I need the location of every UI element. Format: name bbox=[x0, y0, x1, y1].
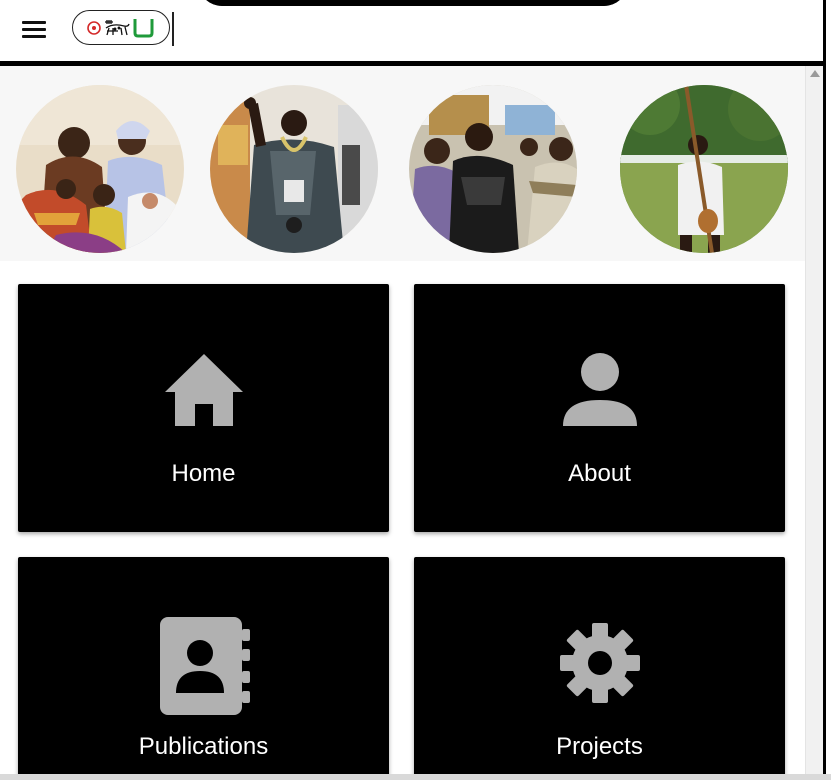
hamburger-menu-icon[interactable] bbox=[22, 20, 46, 38]
green-u-icon bbox=[133, 19, 154, 38]
procession-photo[interactable] bbox=[409, 85, 577, 253]
publications-label: Publications bbox=[138, 733, 269, 760]
projects-tile[interactable]: Projects bbox=[414, 557, 785, 780]
photo-gallery bbox=[0, 66, 805, 261]
about-tile[interactable]: About bbox=[414, 284, 785, 532]
leopard-icon bbox=[105, 20, 130, 36]
home-tile[interactable]: Home bbox=[18, 284, 389, 532]
device-notch bbox=[198, 0, 628, 6]
site-logo[interactable] bbox=[72, 10, 170, 45]
target-icon bbox=[87, 21, 101, 35]
bottom-edge bbox=[0, 774, 831, 780]
about-label: About bbox=[568, 460, 631, 487]
main-content: Home About Publications Projects bbox=[0, 66, 805, 780]
top-app-bar bbox=[0, 0, 823, 62]
app-frame: Home About Publications Projects bbox=[0, 0, 826, 780]
vertical-scrollbar[interactable] bbox=[805, 66, 823, 780]
publications-tile[interactable]: Publications bbox=[18, 557, 389, 780]
scroll-up-arrow-icon[interactable] bbox=[810, 70, 820, 77]
text-cursor bbox=[172, 12, 174, 46]
projects-label: Projects bbox=[556, 733, 643, 760]
family-photo[interactable] bbox=[16, 85, 184, 253]
home-label: Home bbox=[171, 460, 236, 487]
person-icon bbox=[562, 353, 637, 426]
contact-book-icon bbox=[159, 617, 250, 715]
ceremonial-robe-photo[interactable] bbox=[210, 85, 378, 253]
gear-icon bbox=[559, 623, 640, 703]
house-icon bbox=[164, 354, 243, 426]
musician-photo[interactable] bbox=[620, 85, 788, 253]
